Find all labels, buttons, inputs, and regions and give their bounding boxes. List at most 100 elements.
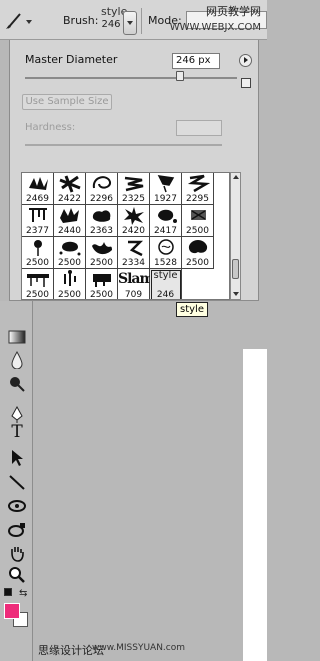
brush-preset-picker-panel: Master Diameter 246 px Use Sample Size H… — [9, 40, 259, 301]
brush-presets-grid: 2469 2422 2296 2325 1927 2295 2377 2440 2363 2420… — [21, 172, 230, 300]
brush-tooltip: style — [176, 302, 208, 317]
brush-preset-size: 2420 — [122, 226, 145, 236]
brush-preset-size: 2334 — [122, 258, 145, 268]
dodge-tool[interactable] — [6, 373, 28, 395]
brush-preset-mess[interactable]: 2500 — [86, 237, 118, 269]
brush-picker-button[interactable] — [123, 11, 137, 35]
brush-preset-size: 2325 — [122, 194, 145, 204]
brush-preset-size: 2296 — [90, 194, 113, 204]
brush-preset-drip[interactable]: 2377 — [22, 205, 54, 237]
brush-preset-size: 2500 — [186, 226, 209, 236]
brush-tool-preset-picker[interactable] — [2, 8, 36, 34]
brush-preset-drop[interactable]: 2500 — [22, 237, 54, 269]
scroll-down-arrow-icon[interactable] — [233, 292, 239, 296]
brush-icon — [6, 13, 32, 29]
brush-preset-blot[interactable]: 2500 — [54, 237, 86, 269]
brush-tip-icon — [191, 210, 206, 220]
slider-thumb[interactable] — [176, 71, 184, 81]
3d-orbit-tool[interactable] — [6, 519, 28, 541]
brush-preset-pins[interactable]: 2500 — [54, 269, 86, 300]
brush-preset-size: 1528 — [154, 258, 177, 268]
divider — [141, 8, 142, 34]
brush-preset-preview[interactable]: style 246 — [101, 5, 128, 37]
brush-preset-size: 2500 — [186, 258, 209, 268]
brush-tip-icon — [64, 270, 76, 286]
type-tool[interactable]: T — [6, 421, 28, 443]
brush-preset-slam[interactable]: Slam 709 — [118, 269, 154, 299]
photoshop-window: { "options_bar": { "brush_label": "Brush… — [0, 0, 267, 661]
watermark-text: 网页教学网 — [206, 5, 261, 18]
zoom-tool[interactable] — [6, 564, 28, 586]
brush-preset-spray[interactable]: 2500 — [182, 205, 214, 237]
master-diameter-input[interactable]: 246 px — [172, 53, 220, 69]
brush-preset-tag[interactable]: 1927 — [150, 173, 182, 205]
brush-preset-size: 2500 — [58, 290, 81, 300]
brush-preset-size: 2422 — [58, 194, 81, 204]
brush-tip-icon — [157, 175, 175, 193]
brush-tip-icon — [60, 208, 79, 223]
hand-tool[interactable] — [6, 542, 28, 564]
brush-preset-splat-e[interactable]: 2500 — [182, 237, 214, 269]
scroll-thumb[interactable] — [232, 259, 239, 279]
brush-preset-size: 1927 — [154, 194, 177, 204]
default-colors-icon[interactable] — [4, 588, 12, 596]
brush-preset-size: 2500 — [90, 258, 113, 268]
blur-tool[interactable] — [6, 349, 28, 371]
brush-tip-icon — [59, 241, 81, 256]
brush-preset-splat-a[interactable]: 2469 — [22, 173, 54, 205]
blur-drop-icon — [11, 351, 23, 369]
dodge-icon — [10, 377, 25, 392]
brush-preset-size: 2295 — [186, 194, 209, 204]
brush-preset-scribble[interactable]: 2325 — [118, 173, 150, 205]
brush-tip-icon — [34, 240, 42, 256]
3d-rotate-tool[interactable] — [6, 495, 28, 517]
scroll-up-arrow-icon[interactable] — [233, 175, 239, 179]
brush-preset-size: 2500 — [26, 258, 49, 268]
brush-preset-splat-d[interactable]: 2417 — [150, 205, 182, 237]
brush-preset-zig[interactable]: 2295 — [182, 173, 214, 205]
brush-preset-size: 2417 — [154, 226, 177, 236]
presets-scrollbar[interactable] — [230, 172, 241, 300]
gradient-tool[interactable] — [6, 326, 28, 348]
brush-tip-icon — [92, 242, 112, 255]
arrow-cursor-icon — [12, 450, 23, 466]
brush-preset-splat-b[interactable]: 2422 — [54, 173, 86, 205]
hardness-label: Hardness: — [25, 122, 76, 133]
hardness-slider[interactable] — [25, 144, 222, 146]
brush-tip-icon — [124, 176, 144, 192]
foreground-color-swatch[interactable] — [4, 603, 20, 619]
brush-preset-size: 2500 — [90, 290, 113, 300]
brush-tip-icon — [128, 240, 144, 257]
brush-preset-splat-f[interactable]: 2500 — [86, 269, 118, 300]
use-sample-size-button[interactable]: Use Sample Size — [22, 94, 112, 110]
brush-label: Brush: — [63, 14, 99, 27]
brush-preset-size: 246 — [101, 19, 121, 30]
brush-preset-splat-c[interactable]: 2440 — [54, 205, 86, 237]
brush-preset-swirl[interactable]: 2296 — [86, 173, 118, 205]
brush-tip-icon — [158, 209, 177, 223]
path-selection-tool[interactable] — [6, 447, 28, 469]
brush-tip-icon — [59, 175, 81, 193]
brush-preset-burst[interactable]: 2420 — [118, 205, 150, 237]
options-bar: Brush: style 246 Mode: 网页教学网 WWW.WEBJX.C… — [0, 0, 267, 40]
brush-preset-circle[interactable]: 1528 — [150, 237, 182, 269]
brush-tip-icon — [92, 176, 112, 189]
line-tool[interactable] — [6, 471, 28, 493]
brush-preset-line-drip[interactable]: 2500 — [22, 269, 54, 299]
brush-preset-text: Slam — [118, 271, 154, 287]
brush-preset-hook[interactable]: 2334 — [118, 237, 150, 269]
brush-preset-cloud[interactable]: 2363 — [86, 205, 118, 237]
document-canvas[interactable] — [243, 349, 267, 661]
brush-preset-name: style — [101, 5, 128, 18]
chevron-down-icon — [26, 20, 32, 24]
reset-size-icon[interactable] — [241, 78, 251, 88]
hardness-input[interactable] — [176, 120, 222, 136]
brush-preset-style-text[interactable]: style 246 — [150, 269, 182, 299]
brush-tip-icon — [93, 274, 111, 287]
panel-menu-arrow-icon[interactable] — [239, 54, 252, 67]
master-diameter-slider[interactable] — [25, 71, 237, 81]
watermark-footer: 思缘设计论坛 www.MISSYUAN.com — [0, 637, 267, 661]
swap-colors-icon[interactable]: ⇆ — [19, 588, 27, 599]
brush-tip-icon — [29, 177, 48, 190]
brush-preset-size: 2469 — [26, 194, 49, 204]
